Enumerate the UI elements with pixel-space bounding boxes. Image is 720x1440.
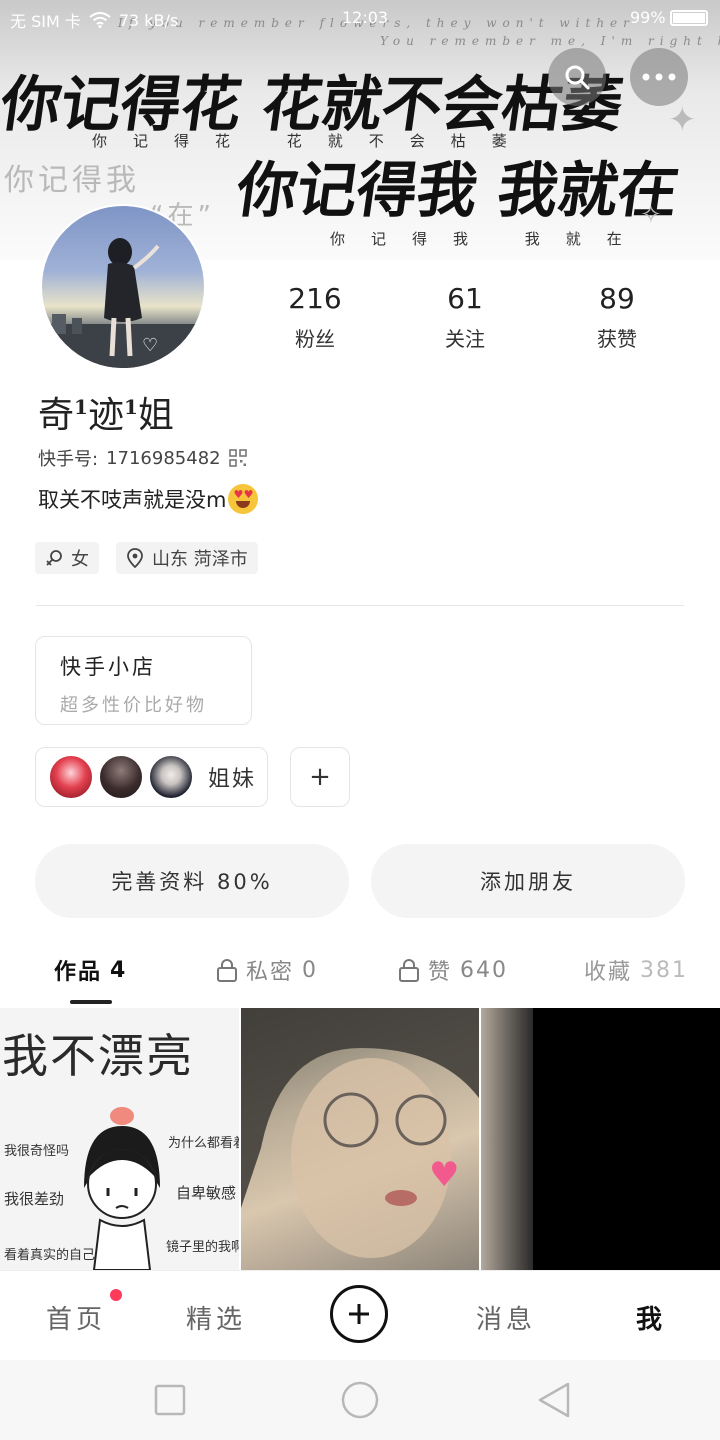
- search-icon: [565, 65, 590, 90]
- complete-profile-button[interactable]: 完善资料 80%: [35, 844, 349, 918]
- divider: [36, 605, 684, 606]
- hair-photo: [481, 1008, 533, 1270]
- plus-icon: [349, 1304, 369, 1324]
- user-id-value: 1716985482: [106, 447, 221, 469]
- following-count: 61: [447, 282, 483, 315]
- tab-liked-label: 赞: [428, 960, 453, 985]
- bottom-navigation: 首页 精选 消息 我: [0, 1270, 720, 1360]
- status-bar: 无 SIM 卡 73 kB/s 12:03 99%: [0, 0, 720, 36]
- following-label: 关注: [445, 327, 485, 351]
- banner-english-line-2: You remember me, I'm right here: [380, 34, 720, 48]
- carrier-text: 无 SIM 卡: [10, 12, 81, 31]
- tab-collection-count: 381: [640, 957, 689, 983]
- tab-works-count: 4: [110, 957, 128, 983]
- nav-me[interactable]: 我: [636, 1299, 666, 1336]
- followers-stat[interactable]: 216 粉丝: [255, 282, 375, 352]
- sisters-label: 姐妹: [208, 767, 257, 792]
- tab-private-label: 私密: [246, 960, 295, 985]
- add-friend-button[interactable]: 添加朋友: [371, 844, 685, 918]
- sister-avatar[interactable]: [98, 754, 144, 800]
- avatar[interactable]: ♡: [40, 204, 206, 370]
- recent-apps-icon[interactable]: [154, 1384, 186, 1416]
- shop-title: 快手小店: [60, 655, 156, 679]
- cartoon-girl-illustration: [84, 1107, 160, 1270]
- heart-eyes-emoji-icon: [228, 484, 259, 514]
- video-thumbnail[interactable]: ♥: [241, 1008, 479, 1270]
- more-button[interactable]: [630, 48, 688, 106]
- nav-home[interactable]: 首页: [46, 1299, 106, 1336]
- selfie-photo: ♥: [241, 1008, 479, 1258]
- tab-private-count: 0: [302, 957, 319, 983]
- user-id-line[interactable]: 快手号: 1716985482: [38, 445, 247, 471]
- create-button[interactable]: [330, 1285, 388, 1343]
- home-icon[interactable]: [341, 1381, 379, 1419]
- battery-percent: 99%: [630, 8, 666, 27]
- bio-text: 取关不吱声就是没m: [38, 488, 227, 512]
- battery-icon: [670, 10, 708, 26]
- gender-tag: 女: [35, 542, 99, 574]
- user-id-label: 快手号:: [38, 449, 99, 470]
- tab-works-label: 作品: [54, 960, 103, 985]
- tab-works[interactable]: 作品 4: [54, 954, 127, 986]
- location-pin-icon: [127, 548, 143, 568]
- gender-text: 女: [71, 549, 89, 570]
- tab-private[interactable]: 私密 0: [216, 954, 318, 986]
- svg-text:♥: ♥: [429, 1155, 459, 1195]
- wifi-icon: [89, 12, 111, 28]
- bio: 取关不吱声就是没m: [38, 484, 259, 514]
- tab-liked[interactable]: 赞 640: [398, 954, 508, 986]
- sister-avatar[interactable]: [148, 754, 194, 800]
- avatar-photo: ♡: [42, 238, 204, 368]
- nav-featured[interactable]: 精选: [186, 1299, 246, 1336]
- tab-collection-label: 收藏: [584, 960, 633, 985]
- video-thumbnail[interactable]: 我不漂亮 我很奇怪吗 为什么都看着 我很差劲 自卑敏感 看着真实的自己 镜子里的…: [0, 1008, 239, 1270]
- banner-leaf-icon: ✧: [640, 200, 662, 230]
- qr-code-icon[interactable]: [228, 449, 247, 467]
- lock-icon: [399, 959, 419, 982]
- system-navigation-bar: [0, 1360, 720, 1440]
- sister-avatar[interactable]: [48, 754, 94, 800]
- video-thumbnail[interactable]: [481, 1008, 720, 1270]
- sisters-group[interactable]: 姐妹: [35, 747, 268, 807]
- active-tab-indicator: [70, 1000, 112, 1004]
- tab-collection[interactable]: 收藏 381: [584, 954, 688, 986]
- female-icon: [46, 550, 62, 566]
- banner-small-line-2: 你记得我 我就在: [330, 230, 648, 248]
- clock: 12:03: [342, 8, 389, 27]
- nickname: 奇1迹1姐: [38, 395, 174, 436]
- banner-ghost-line: 你记得我: [4, 163, 140, 198]
- likes-label: 获赞: [597, 327, 637, 351]
- following-stat[interactable]: 61 关注: [405, 282, 525, 352]
- followers-count: 216: [288, 282, 342, 315]
- kuaishou-shop-card[interactable]: 快手小店 超多性价比好物: [35, 636, 252, 725]
- shop-subtitle: 超多性价比好物: [60, 695, 207, 716]
- likes-stat[interactable]: 89 获赞: [557, 282, 677, 352]
- more-dots-icon: [642, 73, 676, 81]
- back-icon[interactable]: [538, 1382, 570, 1418]
- banner-leaf-icon: ✦: [668, 100, 697, 140]
- lock-icon: [217, 959, 237, 982]
- followers-label: 粉丝: [295, 327, 335, 351]
- network-speed: 73 kB/s: [118, 10, 179, 30]
- likes-count: 89: [599, 282, 635, 315]
- svg-text:♡: ♡: [142, 335, 158, 356]
- location-text: 山东 菏泽市: [152, 549, 248, 570]
- tab-liked-count: 640: [460, 957, 509, 983]
- search-button[interactable]: [548, 48, 606, 106]
- add-sister-button[interactable]: +: [290, 747, 350, 807]
- banner-big-line-2: 你记得我 我就在: [232, 156, 684, 226]
- notification-dot: [110, 1289, 122, 1301]
- nav-messages[interactable]: 消息: [476, 1299, 536, 1336]
- location-tag: 山东 菏泽市: [116, 542, 258, 574]
